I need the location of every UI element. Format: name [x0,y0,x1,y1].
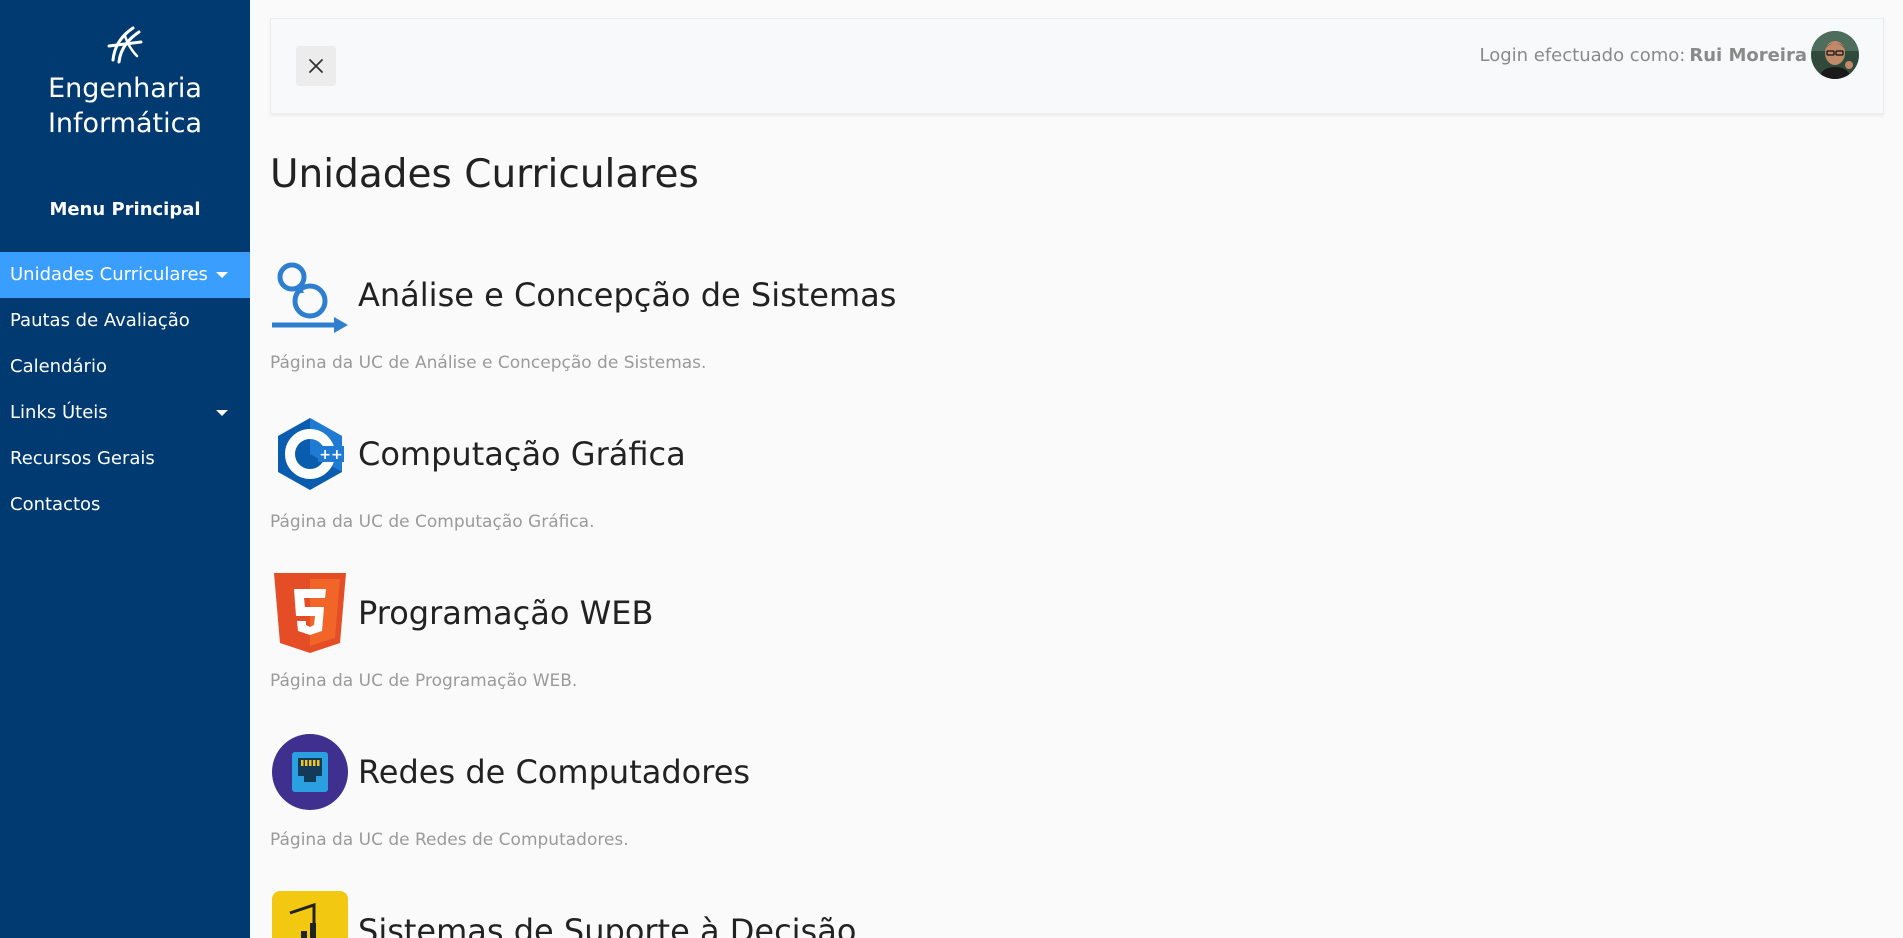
course-title-link[interactable]: Programação WEB [358,594,653,632]
brand[interactable]: Engenharia Informática [0,22,250,140]
user-avatar-icon [1811,31,1859,79]
sidebar: Engenharia Informática Menu Principal Un… [0,0,250,938]
power-bi-icon[interactable] [270,891,350,938]
user-name[interactable]: Rui Moreira [1689,45,1807,66]
brand-title-line2: Informática [47,108,203,139]
sidebar-item-contactos[interactable]: Contactos [0,482,250,528]
course-title-link[interactable]: Computação Gráfica [358,435,686,473]
sidebar-item-label: Calendário [10,356,107,377]
caret-down-icon [216,410,228,416]
course-description: Página da UC de Programação WEB. [270,671,578,691]
sidebar-item-recursos-gerais[interactable]: Recursos Gerais [0,436,250,482]
sidebar-item-calendario[interactable]: Calendário [0,344,250,390]
course-item: ++ Computação Gráfica Página da UC de Co… [270,414,1470,532]
menu-heading: Menu Principal [49,199,201,220]
login-prefix: Login efectuado como: [1479,44,1686,66]
sidebar-item-pautas-de-avaliacao[interactable]: Pautas de Avaliação [0,298,250,344]
sidebar-nav: Unidades Curriculares Pautas de Avaliaçã… [0,252,250,528]
sidebar-item-links-uteis[interactable]: Links Úteis [0,390,250,436]
caret-down-icon [216,272,228,278]
course-title-link[interactable]: Redes de Computadores [358,753,750,791]
sidebar-item-label: Links Úteis [10,402,108,423]
sidebar-item-unidades-curriculares[interactable]: Unidades Curriculares [0,252,250,298]
html5-icon[interactable] [270,573,350,653]
top-bar: Login efectuado como: Rui Moreira [270,18,1884,114]
scrum-cycle-icon[interactable] [270,255,350,335]
sidebar-item-label: Contactos [10,494,101,515]
sidebar-item-label: Unidades Curriculares [10,264,208,285]
course-description: Página da UC de Computação Gráfica. [270,512,595,532]
course-item: Análise e Concepção de Sistemas Página d… [270,255,1470,373]
cpp-icon[interactable]: ++ [270,414,350,494]
course-title-link[interactable]: Sistemas de Suporte à Decisão [358,912,856,938]
close-sidebar-button[interactable] [296,46,336,86]
course-description: Página da UC de Redes de Computadores. [270,830,629,850]
course-item: Redes de Computadores Página da UC de Re… [270,732,1470,850]
course-title-link[interactable]: Análise e Concepção de Sistemas [358,276,896,314]
sidebar-item-label: Recursos Gerais [10,448,155,469]
course-item: Sistemas de Suporte à Decisão [270,891,1470,938]
login-info: Login efectuado como: Rui Moreira [1479,31,1859,79]
ethernet-port-icon[interactable] [270,732,350,812]
svg-text:++: ++ [319,447,342,463]
course-item: Programação WEB Página da UC de Programa… [270,573,1470,691]
page-title: Unidades Curriculares [270,152,699,197]
close-icon [309,59,323,73]
engineering-logo-icon [107,26,143,64]
sidebar-item-label: Pautas de Avaliação [10,310,190,331]
brand-title-line1: Engenharia [48,73,202,104]
course-description: Página da UC de Análise e Concepção de S… [270,353,707,373]
avatar[interactable] [1811,31,1859,79]
